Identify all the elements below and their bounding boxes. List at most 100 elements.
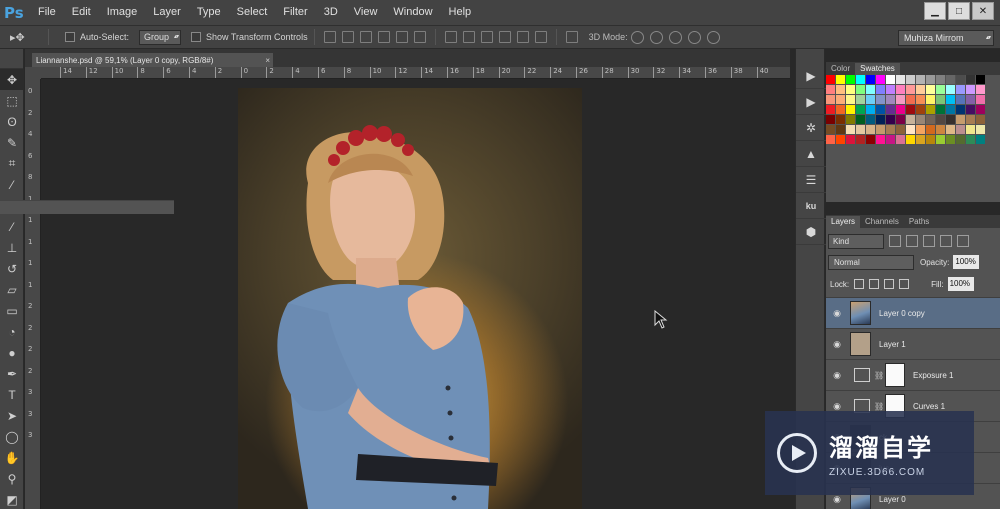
color-swatch[interactable]	[916, 125, 925, 134]
color-swatch[interactable]	[886, 85, 895, 94]
blur-tool-icon[interactable]: ◔	[0, 321, 24, 342]
color-swatch[interactable]	[926, 85, 935, 94]
color-swatch[interactable]	[856, 115, 865, 124]
tab-paths[interactable]: Paths	[904, 216, 934, 228]
color-swatch[interactable]	[956, 115, 965, 124]
color-swatch[interactable]	[906, 85, 915, 94]
color-swatch[interactable]	[976, 85, 985, 94]
lock-all-icon[interactable]	[899, 279, 910, 289]
color-swatch[interactable]	[966, 125, 975, 134]
color-swatch[interactable]	[876, 85, 885, 94]
path-select-tool-icon[interactable]: ➤	[0, 405, 24, 426]
color-swatch[interactable]	[826, 115, 835, 124]
minimize-button[interactable]: ▁	[924, 2, 946, 20]
menu-file[interactable]: File	[30, 0, 64, 25]
color-swatch[interactable]	[936, 105, 945, 114]
color-swatch[interactable]	[846, 85, 855, 94]
color-swatch[interactable]	[896, 75, 905, 84]
color-swatch[interactable]	[896, 85, 905, 94]
color-swatch[interactable]	[946, 75, 955, 84]
3d-scale-icon[interactable]	[706, 30, 720, 44]
color-swatch[interactable]	[826, 85, 835, 94]
color-swatch[interactable]	[886, 125, 895, 134]
distribute-hcenter-icon[interactable]	[516, 31, 529, 43]
color-swatch[interactable]	[906, 135, 915, 144]
wheel-icon[interactable]: ✲	[796, 115, 826, 141]
zoom-tool-icon[interactable]: ⚲	[0, 468, 24, 489]
color-swatch[interactable]	[826, 125, 835, 134]
align-bottom-icon[interactable]	[359, 31, 372, 43]
layer-mask-thumbnail[interactable]	[885, 363, 905, 387]
color-swatch[interactable]	[856, 85, 865, 94]
layer-row[interactable]: ◉ Layer 1	[826, 329, 1000, 360]
gradient-tool-icon[interactable]: ▭	[0, 300, 24, 321]
color-swatch[interactable]	[836, 75, 845, 84]
quick-select-tool-icon[interactable]: ✎	[0, 132, 24, 153]
layer-thumbnail[interactable]	[850, 301, 871, 325]
layer-row[interactable]: ◉ Layer 0 copy	[826, 298, 1000, 329]
color-swatch[interactable]	[846, 105, 855, 114]
color-swatch[interactable]	[966, 75, 975, 84]
color-swatch[interactable]	[936, 135, 945, 144]
color-swatch[interactable]	[836, 85, 845, 94]
color-swatch[interactable]	[936, 85, 945, 94]
visibility-eye-icon[interactable]: ◉	[826, 494, 848, 505]
color-swatch[interactable]	[886, 75, 895, 84]
color-swatch[interactable]	[946, 85, 955, 94]
3d-drag-icon[interactable]	[668, 30, 682, 44]
color-swatch[interactable]	[926, 135, 935, 144]
color-swatch[interactable]	[826, 135, 835, 144]
adjustment-filter-icon[interactable]	[906, 235, 918, 247]
color-swatch[interactable]	[876, 75, 885, 84]
color-swatch[interactable]	[846, 95, 855, 104]
color-swatch[interactable]	[846, 115, 855, 124]
color-swatch[interactable]	[976, 95, 985, 104]
menu-layer[interactable]: Layer	[145, 0, 189, 25]
color-swatch[interactable]	[866, 115, 875, 124]
color-swatch[interactable]	[906, 105, 915, 114]
align-top-icon[interactable]	[323, 31, 336, 43]
3d-roll-icon[interactable]	[649, 30, 663, 44]
lock-transparent-icon[interactable]	[854, 279, 865, 289]
color-swatch[interactable]	[876, 135, 885, 144]
color-swatch[interactable]	[826, 95, 835, 104]
align-right-icon[interactable]	[413, 31, 426, 43]
auto-align-icon[interactable]	[565, 31, 578, 43]
color-swatch[interactable]	[846, 75, 855, 84]
color-swatch[interactable]	[966, 85, 975, 94]
color-swatch[interactable]	[906, 125, 915, 134]
color-swatch[interactable]	[976, 105, 985, 114]
brush-tool-icon[interactable]: ⁄	[0, 216, 24, 237]
layer-row[interactable]: ◉ ⛓ Exposure 1	[826, 360, 1000, 391]
distribute-bottom-icon[interactable]	[480, 31, 493, 43]
color-swatch-tool-icon[interactable]: ◩	[0, 489, 24, 509]
color-swatch[interactable]	[906, 115, 915, 124]
color-swatch[interactable]	[856, 75, 865, 84]
kind-filter-dropdown[interactable]: Kind	[828, 233, 884, 249]
color-swatch[interactable]	[966, 135, 975, 144]
color-swatch[interactable]	[876, 125, 885, 134]
close-button[interactable]: ✕	[972, 2, 994, 20]
color-swatch[interactable]	[846, 135, 855, 144]
levels-icon[interactable]: ▲	[796, 141, 826, 167]
lock-image-icon[interactable]	[869, 279, 880, 289]
color-swatch[interactable]	[876, 105, 885, 114]
pixel-filter-icon[interactable]	[889, 235, 901, 247]
color-swatch[interactable]	[836, 125, 845, 134]
move-tool-icon[interactable]: ✥	[0, 69, 24, 90]
color-swatch[interactable]	[936, 125, 945, 134]
color-swatch[interactable]	[946, 135, 955, 144]
color-swatch[interactable]	[956, 75, 965, 84]
color-swatch[interactable]	[966, 115, 975, 124]
visibility-eye-icon[interactable]: ◉	[826, 308, 848, 319]
color-swatch[interactable]	[866, 105, 875, 114]
align-vcenter-icon[interactable]	[341, 31, 354, 43]
color-swatch[interactable]	[936, 115, 945, 124]
color-swatch[interactable]	[836, 115, 845, 124]
color-swatch[interactable]	[946, 95, 955, 104]
auto-select-dropdown[interactable]: Group	[139, 29, 182, 45]
ku-icon[interactable]: ku	[796, 193, 826, 219]
arrow-icon[interactable]: ▶	[796, 89, 826, 115]
type-tool-icon[interactable]: T	[0, 384, 24, 405]
menu-3d[interactable]: 3D	[316, 0, 346, 25]
